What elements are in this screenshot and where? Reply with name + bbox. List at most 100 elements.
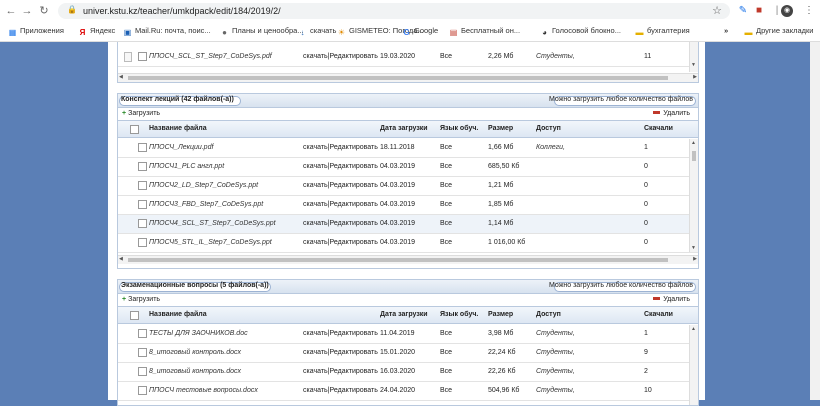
row-checkbox[interactable]: [138, 386, 147, 395]
table-row[interactable]: 8_итоговый контроль.docx скачать|Редакти…: [118, 363, 698, 382]
row-checkbox[interactable]: [138, 367, 147, 376]
table-row[interactable]: ППОСЧ4_SCL_ST_Step7_CoDeSys.ppt скачать|…: [118, 215, 698, 234]
scroll-left-icon[interactable]: ◀: [119, 74, 123, 80]
row-checkbox[interactable]: [138, 238, 147, 247]
file-actions[interactable]: скачать|Редактировать: [303, 239, 378, 246]
file-actions[interactable]: скачать|Редактировать: [303, 53, 378, 60]
file-actions[interactable]: скачать|Редактировать: [303, 201, 378, 208]
profile-avatar[interactable]: ◉: [781, 5, 793, 17]
bookmark-free-online[interactable]: ▤ Бесплатный он...: [449, 26, 520, 37]
row-checkbox[interactable]: [138, 329, 147, 338]
file-name[interactable]: ППОСЧ2_LD_Step7_CoDeSys.ppt: [149, 182, 258, 189]
col-access[interactable]: Доступ: [536, 125, 561, 132]
col-language[interactable]: Язык обуч.: [440, 311, 478, 318]
row-checkbox[interactable]: [138, 348, 147, 357]
file-name[interactable]: ППОСЧ_Лекции.pdf: [149, 144, 213, 151]
upload-button[interactable]: + Загрузить: [122, 110, 160, 117]
file-name[interactable]: ППОСЧ3_FBD_Step7_CoDeSys.ppt: [149, 201, 263, 208]
file-name[interactable]: 8_итоговый контроль.docx: [149, 368, 241, 375]
file-actions[interactable]: скачать|Редактировать: [303, 349, 378, 356]
file-actions[interactable]: скачать|Редактировать: [303, 220, 378, 227]
select-all-checkbox[interactable]: [130, 125, 139, 134]
horizontal-scrollbar[interactable]: ◀ ▶: [118, 255, 698, 264]
scroll-down-icon[interactable]: ▼: [691, 245, 696, 251]
file-name[interactable]: ППОСЧ_SCL_ST_Step7_CoDeSys.pdf: [149, 53, 272, 60]
bookmark-apps[interactable]: ▦ Приложения: [8, 26, 64, 37]
file-actions[interactable]: скачать|Редактировать: [303, 330, 378, 337]
delete-button[interactable]: Удалить: [653, 296, 690, 303]
vertical-scrollbar[interactable]: ▲ ▼: [689, 139, 698, 252]
scroll-up-icon[interactable]: ▲: [691, 326, 696, 332]
scroll-thumb[interactable]: [692, 151, 696, 161]
more-bookmarks-chevron[interactable]: »: [724, 26, 728, 35]
file-name[interactable]: 8_итоговый контроль.docx: [149, 349, 241, 356]
file-name[interactable]: ППОСЧ тестовые вопросы.docx: [149, 387, 258, 394]
scroll-right-icon[interactable]: ▶: [693, 74, 697, 80]
file-name[interactable]: ППОСЧ4_SCL_ST_Step7_CoDeSys.ppt: [149, 220, 276, 227]
url-text[interactable]: univer.kstu.kz/teacher/umkdpack/edit/184…: [83, 6, 281, 16]
row-checkbox[interactable]: [138, 181, 147, 190]
col-filename[interactable]: Название файла: [149, 125, 207, 132]
window-scrollbar[interactable]: [810, 42, 820, 400]
horizontal-scrollbar[interactable]: ◀ ▶: [118, 73, 698, 82]
table-row[interactable]: ППОСЧ5_STL_IL_Step7_CoDeSys.ppt скачать|…: [118, 234, 698, 253]
table-row[interactable]: ППОСЧ2_LD_Step7_CoDeSys.ppt скачать|Реда…: [118, 177, 698, 196]
file-name[interactable]: ТЕСТЫ ДЛЯ ЗАОЧНИКОВ.doc: [149, 330, 248, 337]
bookmark-yandex[interactable]: Я Яндекс: [78, 26, 116, 37]
table-row[interactable]: ППОСЧ3_FBD_Step7_CoDeSys.ppt скачать|Ред…: [118, 196, 698, 215]
bookmark-plans[interactable]: ● Планы и ценообра...: [220, 26, 304, 37]
row-checkbox[interactable]: [138, 200, 147, 209]
col-access[interactable]: Доступ: [536, 311, 561, 318]
table-row[interactable]: ТЕСТЫ ДЛЯ ЗАОЧНИКОВ.doc скачать|Редактир…: [118, 325, 698, 344]
bookmark-accounting[interactable]: ▬ бухгалтерия: [635, 26, 690, 37]
forward-icon[interactable]: →: [20, 4, 34, 18]
menu-dots-icon[interactable]: ⋮: [803, 5, 815, 17]
scroll-down-icon[interactable]: ▼: [691, 62, 696, 68]
row-checkbox[interactable]: [138, 52, 147, 61]
table-row[interactable]: 8_итоговый контроль.docx скачать|Редакти…: [118, 344, 698, 363]
extension-pen-icon[interactable]: ✎: [737, 5, 749, 17]
table-row[interactable]: ППОСЧ_Лекции.pdf скачать|Редактировать 1…: [118, 139, 698, 158]
col-filename[interactable]: Название файла: [149, 311, 207, 318]
scroll-right-icon[interactable]: ▶: [693, 256, 697, 262]
vertical-scrollbar[interactable]: ▼: [689, 42, 698, 72]
bookmark-star-icon[interactable]: ☆: [712, 4, 722, 17]
select-all-checkbox[interactable]: [130, 311, 139, 320]
row-checkbox[interactable]: [138, 162, 147, 171]
scroll-up-icon[interactable]: ▲: [691, 140, 696, 146]
bookmark-voice-notepad[interactable]: ◕ Голосовой блокно...: [540, 26, 621, 37]
delete-button[interactable]: Удалить: [653, 110, 690, 117]
table-row[interactable]: ППОСЧ1_PLC англ.ppt скачать|Редактироват…: [118, 158, 698, 177]
row-checkbox[interactable]: [138, 143, 147, 152]
scroll-thumb[interactable]: [128, 76, 668, 80]
file-actions[interactable]: скачать|Редактировать: [303, 182, 378, 189]
upload-button[interactable]: + Загрузить: [122, 296, 160, 303]
col-date[interactable]: Дата загрузки: [380, 125, 428, 132]
reload-icon[interactable]: ↻: [37, 4, 51, 18]
bookmark-other[interactable]: ▬ Другие закладки: [744, 26, 814, 37]
scroll-left-icon[interactable]: ◀: [119, 256, 123, 262]
bookmark-mailru[interactable]: ▣ Mail.Ru: почта, поис...: [123, 26, 211, 37]
file-actions[interactable]: скачать|Редактировать: [303, 144, 378, 151]
row-checkbox[interactable]: [138, 219, 147, 228]
file-name[interactable]: ППОСЧ1_PLC англ.ppt: [149, 163, 224, 170]
file-name[interactable]: ППОСЧ5_STL_IL_Step7_CoDeSys.ppt: [149, 239, 272, 246]
table-row[interactable]: ППОСЧ тестовые вопросы.docx скачать|Реда…: [118, 382, 698, 401]
col-downloads[interactable]: Скачали: [644, 125, 673, 132]
bookmark-download[interactable]: ↓ скачать: [298, 26, 337, 37]
scroll-thumb[interactable]: [128, 258, 668, 262]
col-language[interactable]: Язык обуч.: [440, 125, 478, 132]
col-size[interactable]: Размер: [488, 311, 513, 318]
file-actions[interactable]: скачать|Редактировать: [303, 368, 378, 375]
bookmark-google[interactable]: G Google: [402, 26, 438, 37]
file-actions[interactable]: скачать|Редактировать: [303, 387, 378, 394]
table-row[interactable]: ППОСЧ_SCL_ST_Step7_CoDeSys.pdf скачать|Р…: [118, 48, 698, 67]
file-actions[interactable]: скачать|Редактировать: [303, 163, 378, 170]
col-date[interactable]: Дата загрузки: [380, 311, 428, 318]
col-size[interactable]: Размер: [488, 125, 513, 132]
col-downloads[interactable]: Скачали: [644, 311, 673, 318]
address-bar[interactable]: 🔒 univer.kstu.kz/teacher/umkdpack/edit/1…: [58, 3, 730, 19]
extension-icon[interactable]: ■: [753, 5, 765, 17]
vertical-scrollbar[interactable]: ▲: [689, 325, 698, 405]
back-icon[interactable]: ←: [4, 4, 18, 18]
